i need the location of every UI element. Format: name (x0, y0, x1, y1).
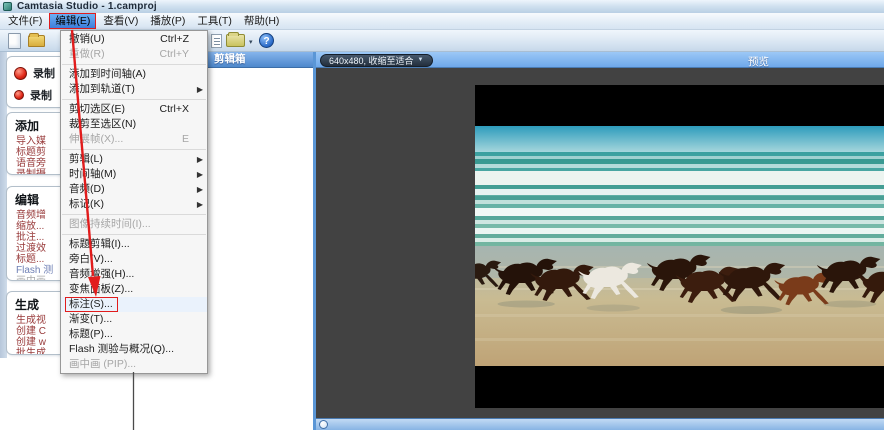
menu-play[interactable]: 播放(P) (145, 13, 190, 29)
submenu-arrow-icon: ▶ (196, 155, 203, 164)
submenu-arrow-icon: ▶ (196, 85, 203, 94)
title-bar: Camtasia Studio - 1.camproj (0, 0, 884, 13)
menu-item-timeline[interactable]: 时间轴(M) ▶ (61, 167, 207, 182)
menu-item-callouts[interactable]: 标注(S)... (61, 297, 207, 312)
menu-edit[interactable]: 编辑(E) (49, 13, 97, 29)
menu-item-clip[interactable]: 剪辑(L) ▶ (61, 152, 207, 167)
menu-item-title-clip[interactable]: 标题剪辑(I)... (61, 237, 207, 252)
submenu-arrow-icon: ▶ (196, 185, 203, 194)
clip-bin-pane: 剪辑箱 (200, 52, 313, 430)
produce-icon[interactable] (211, 34, 222, 48)
menu-item-audio-enhance[interactable]: 音频增强(H)... (61, 267, 207, 282)
open-project-icon[interactable] (28, 33, 45, 47)
menu-tools[interactable]: 工具(T) (192, 13, 236, 29)
menu-item-audio[interactable]: 音频(D) ▶ (61, 182, 207, 197)
help-icon[interactable]: ? (259, 33, 274, 48)
preview-pane: 640x480, 收缩至适合 ▼ 预览 (313, 52, 884, 430)
menu-separator (62, 214, 206, 215)
menu-item-extend-frame: 伸展帧(X)... E (69, 133, 189, 145)
menu-item-zoom-panel[interactable]: 变焦面板(Z)... (61, 282, 207, 297)
menu-help[interactable]: 帮助(H) (239, 13, 285, 29)
menu-item-redo: 重做(R) Ctrl+Y (69, 48, 189, 60)
menu-separator (62, 234, 206, 235)
menu-view[interactable]: 查看(V) (98, 13, 143, 29)
import-media-icon[interactable] (226, 32, 245, 47)
menu-separator (62, 99, 206, 100)
preview-header: 640x480, 收缩至适合 ▼ 预览 (316, 52, 884, 68)
chevron-down-icon: ▼ (417, 57, 424, 63)
menu-separator (62, 64, 206, 65)
preview-scrub-bar[interactable] (316, 418, 884, 430)
menu-item-crop-to-selection[interactable]: 裁剪至选区(N) (61, 117, 207, 132)
menu-item-undo[interactable]: 撤销(U) Ctrl+Z (61, 32, 207, 47)
app-icon (3, 2, 12, 11)
record-icon (14, 66, 27, 80)
menu-bar: 文件(F) 编辑(E) 查看(V) 播放(P) 工具(T) 帮助(H) (0, 13, 884, 30)
preview-stage (316, 68, 884, 418)
menu-item-transitions[interactable]: 渐变(T)... (61, 312, 207, 327)
preview-title: 预览 (748, 56, 769, 68)
window-title: Camtasia Studio - 1.camproj (17, 1, 157, 12)
scrub-knob[interactable] (319, 420, 328, 429)
video-image-horses-beach (475, 126, 884, 366)
menu-item-cut-selection[interactable]: 剪切选区(E) Ctrl+X (61, 102, 207, 117)
submenu-arrow-icon: ▶ (196, 170, 203, 179)
preview-size-dropdown[interactable]: 640x480, 收缩至适合 ▼ (320, 53, 433, 67)
menu-item-image-duration: 图像持续时间(I)... (69, 218, 151, 230)
menu-item-pip: 画中画 (PIP)... (69, 358, 137, 370)
menu-item-markers[interactable]: 标记(K) ▶ (61, 197, 207, 212)
menu-item-flash-quiz[interactable]: Flash 测验与概况(Q)... (61, 342, 207, 357)
toolbar-dropdown-caret-icon[interactable]: ▾ (249, 38, 253, 46)
menu-item-add-to-track[interactable]: 添加到轨道(T) ▶ (61, 82, 207, 97)
menu-item-narration[interactable]: 旁白(V)... (61, 252, 207, 267)
menu-separator (62, 149, 206, 150)
menu-item-captions[interactable]: 标题(P)... (61, 327, 207, 342)
clip-bin-title: 剪辑箱 (200, 52, 313, 68)
edit-menu-popup: 撤销(U) Ctrl+Z 重做(R) Ctrl+Y 添加到时间轴(A) 添加到轨… (60, 30, 208, 374)
submenu-arrow-icon: ▶ (196, 200, 203, 209)
new-project-icon[interactable] (8, 33, 21, 49)
menu-file[interactable]: 文件(F) (3, 13, 47, 29)
video-frame (475, 85, 884, 408)
menu-item-add-to-timeline[interactable]: 添加到时间轴(A) (61, 67, 207, 82)
record-icon (14, 90, 24, 100)
